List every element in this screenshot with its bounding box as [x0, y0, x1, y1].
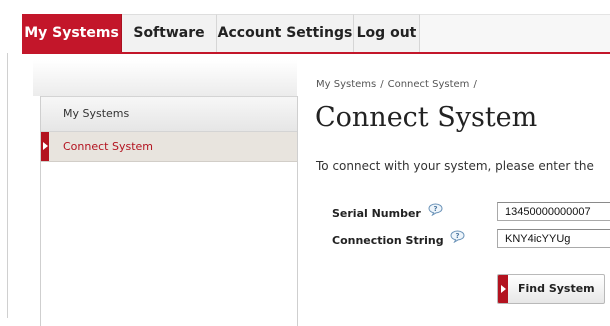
breadcrumb-separator: /	[473, 79, 477, 90]
sidebar: My Systems Connect System	[40, 96, 298, 326]
chevron-right-icon	[501, 285, 506, 293]
page-title: Connect System	[315, 102, 538, 133]
help-bubble-icon[interactable]: ?	[450, 230, 465, 243]
tab-software[interactable]: Software	[122, 14, 217, 52]
find-system-button[interactable]: Find System	[497, 274, 605, 304]
page-edge	[7, 53, 8, 318]
intro-text: To connect with your system, please ente…	[316, 159, 594, 173]
sidebar-active-marker	[41, 132, 49, 161]
breadcrumb-separator: /	[380, 79, 384, 90]
connection-string-label-text: Connection String	[332, 234, 444, 247]
svg-text:?: ?	[433, 205, 437, 213]
serial-number-label: Serial Number ?	[332, 203, 443, 221]
nav-filler	[420, 14, 610, 52]
help-bubble-icon[interactable]: ?	[428, 203, 443, 216]
chevron-right-icon	[43, 142, 48, 150]
sidebar-header: My Systems	[41, 96, 297, 132]
breadcrumb-my-systems[interactable]: My Systems	[316, 79, 376, 90]
sidebar-top-shadow	[33, 60, 297, 96]
sidebar-item-connect-system[interactable]: Connect System	[41, 132, 297, 162]
connection-string-input[interactable]	[497, 229, 610, 248]
breadcrumb-connect-system[interactable]: Connect System	[388, 79, 470, 90]
connection-string-label: Connection String ?	[332, 230, 465, 248]
sidebar-item-label: Connect System	[63, 140, 153, 153]
tab-my-systems[interactable]: My Systems	[22, 14, 122, 52]
serial-number-label-text: Serial Number	[332, 207, 421, 220]
svg-text:?: ?	[456, 232, 460, 240]
serial-number-input[interactable]	[497, 202, 610, 221]
top-nav: My Systems Software Account Settings Log…	[22, 14, 610, 54]
tab-account-settings[interactable]: Account Settings	[217, 14, 354, 52]
tab-log-out[interactable]: Log out	[354, 14, 420, 52]
breadcrumb: My Systems / Connect System /	[316, 79, 481, 90]
find-system-button-label: Find System	[518, 282, 595, 295]
button-marker	[498, 275, 508, 303]
